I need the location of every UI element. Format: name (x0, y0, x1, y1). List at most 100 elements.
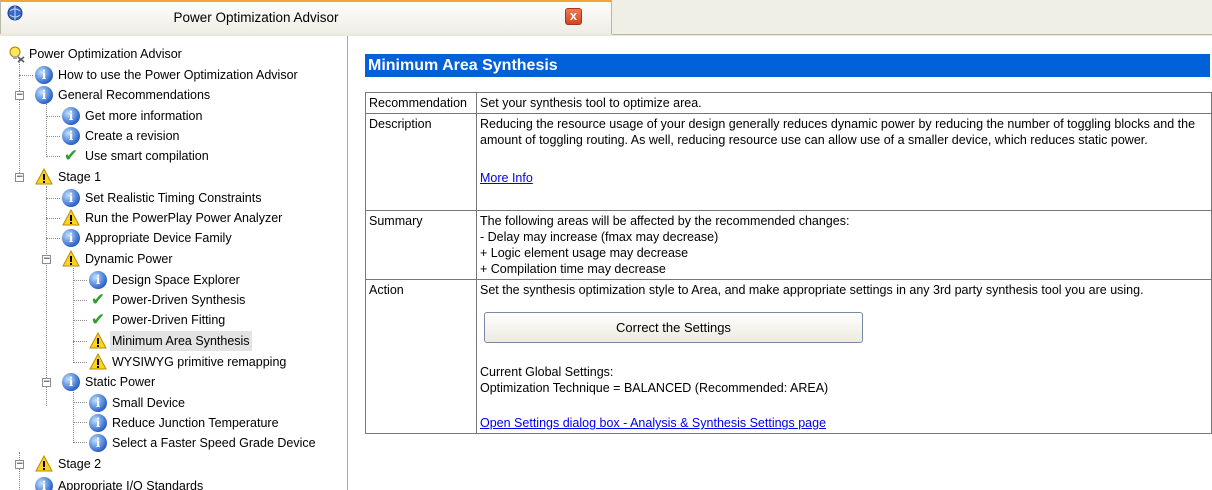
tree-connector (46, 238, 60, 239)
warning-icon (35, 455, 53, 472)
table-row: Recommendation Set your synthesis tool t… (365, 92, 1212, 114)
table-row: Summary The following areas will be affe… (365, 210, 1212, 280)
warning-icon (62, 209, 80, 226)
info-icon: i (62, 127, 80, 145)
checkmark-icon: ✔ (90, 310, 106, 330)
tree-connector (73, 390, 74, 443)
info-icon: i (62, 189, 80, 207)
tree-connector (46, 116, 60, 117)
collapse-toggle-icon[interactable]: − (15, 460, 24, 469)
info-icon: i (89, 394, 107, 412)
tree-item-label: Small Device (112, 396, 185, 410)
tree-item-label: Appropriate I/O Standards (58, 479, 204, 490)
tree-item-label: Dynamic Power (85, 252, 173, 266)
tree-item-label: Stage 1 (58, 170, 102, 184)
collapse-toggle-icon[interactable]: − (42, 378, 51, 387)
tab-strip: Power Optimization Advisor x (0, 0, 1212, 36)
info-icon: i (35, 477, 53, 490)
info-icon: i (62, 373, 80, 391)
tree-connector (73, 422, 87, 423)
info-icon: i (62, 107, 80, 125)
table-row: Action Set the synthesis optimization st… (365, 279, 1212, 434)
tree-connector (19, 75, 33, 76)
tab-strip-empty-area (612, 0, 1212, 35)
advisor-tree: Power Optimization Advisor i How to use … (0, 36, 348, 490)
action-text: Set the synthesis optimization style to … (480, 283, 1144, 297)
summary-line: The following areas will be affected by … (480, 214, 850, 228)
table-row: Description Reducing the resource usage … (365, 113, 1212, 211)
info-icon: i (35, 66, 53, 84)
row-key-description: Description (365, 113, 477, 211)
info-icon: i (89, 434, 107, 452)
tree-connector (73, 341, 87, 342)
page-title: Minimum Area Synthesis (365, 54, 1210, 77)
tree-item-label: Reduce Junction Temperature (112, 416, 279, 430)
tree-connector (73, 320, 87, 321)
summary-line: + Logic element usage may decrease (480, 246, 689, 260)
tips-lightbulb-icon (9, 46, 25, 63)
tree-connector (46, 136, 60, 137)
checkmark-icon: ✔ (90, 290, 106, 310)
warning-icon (35, 168, 53, 185)
tree-item-label: Design Space Explorer (112, 273, 240, 287)
info-icon: i (89, 271, 107, 289)
row-key-recommendation: Recommendation (365, 92, 477, 114)
description-cell: Reducing the resource usage of your desi… (476, 113, 1212, 211)
tree-item-label: Appropriate Device Family (85, 231, 232, 245)
tree-item-label: Set Realistic Timing Constraints (85, 191, 262, 205)
close-icon[interactable]: x (565, 8, 582, 25)
tree-item-label: How to use the Power Optimization Adviso… (58, 68, 298, 82)
tree-connector (73, 362, 87, 363)
tree-connector (19, 59, 20, 173)
tree-connector (73, 280, 87, 281)
recommendation-panel: Minimum Area Synthesis Recommendation Se… (365, 54, 1212, 434)
info-icon: i (35, 86, 53, 104)
info-icon: i (62, 229, 80, 247)
tree-item-label: Minimum Area Synthesis (110, 331, 252, 351)
row-key-action: Action (365, 279, 477, 434)
warning-icon (89, 353, 107, 370)
tree-item-label: Static Power (85, 375, 156, 389)
tree-connector (73, 402, 87, 403)
tree-connector (73, 268, 74, 363)
tree-item-label: Select a Faster Speed Grade Device (112, 436, 316, 450)
open-settings-dialog-link[interactable]: Open Settings dialog box - Analysis & Sy… (480, 416, 826, 430)
tree-connector (46, 218, 60, 219)
collapse-toggle-icon[interactable]: − (15, 91, 24, 100)
current-settings-value: Optimization Technique = BALANCED (Recom… (480, 381, 829, 395)
correct-the-settings-button[interactable]: Correct the Settings (484, 312, 863, 343)
current-settings-heading: Current Global Settings: (480, 365, 614, 379)
checkmark-icon: ✔ (63, 146, 79, 166)
tree-item-label: Stage 2 (58, 457, 102, 471)
tree-item-label: WYSIWYG primitive remapping (112, 355, 287, 369)
summary-cell: The following areas will be affected by … (476, 210, 1212, 280)
tree-connector (46, 104, 47, 157)
row-key-summary: Summary (365, 210, 477, 280)
recommendation-text: Set your synthesis tool to optimize area… (476, 92, 1212, 114)
tree-connector (19, 452, 20, 490)
collapse-toggle-icon[interactable]: − (15, 173, 24, 182)
warning-icon (62, 250, 80, 267)
collapse-toggle-icon[interactable]: − (42, 255, 51, 264)
tree-item-label: General Recommendations (58, 88, 211, 102)
warning-icon (89, 332, 107, 349)
tree-item-label: Power-Driven Synthesis (112, 293, 246, 307)
action-cell: Set the synthesis optimization style to … (476, 279, 1212, 434)
tree-item-label: Power-Driven Fitting (112, 313, 226, 327)
tab-title: Power Optimization Advisor (173, 10, 339, 25)
info-icon: i (89, 414, 107, 432)
tree-connector (73, 300, 87, 301)
tree-item-label: Run the PowerPlay Power Analyzer (85, 211, 283, 225)
tree-connector (46, 156, 60, 157)
tree-connector (73, 442, 87, 443)
more-info-link[interactable]: More Info (480, 171, 533, 185)
tab-power-optimization-advisor[interactable]: Power Optimization Advisor x (0, 0, 612, 34)
tree-connector (46, 198, 60, 199)
tree-item-label: Get more information (85, 109, 203, 123)
summary-line: - Delay may increase (fmax may decrease) (480, 230, 719, 244)
tree-item-label: Power Optimization Advisor (29, 47, 182, 61)
tree-connector (46, 186, 47, 406)
description-text: Reducing the resource usage of your desi… (480, 117, 1196, 147)
tree-item-label: Create a revision (85, 129, 180, 143)
summary-line: + Compilation time may decrease (480, 262, 666, 276)
